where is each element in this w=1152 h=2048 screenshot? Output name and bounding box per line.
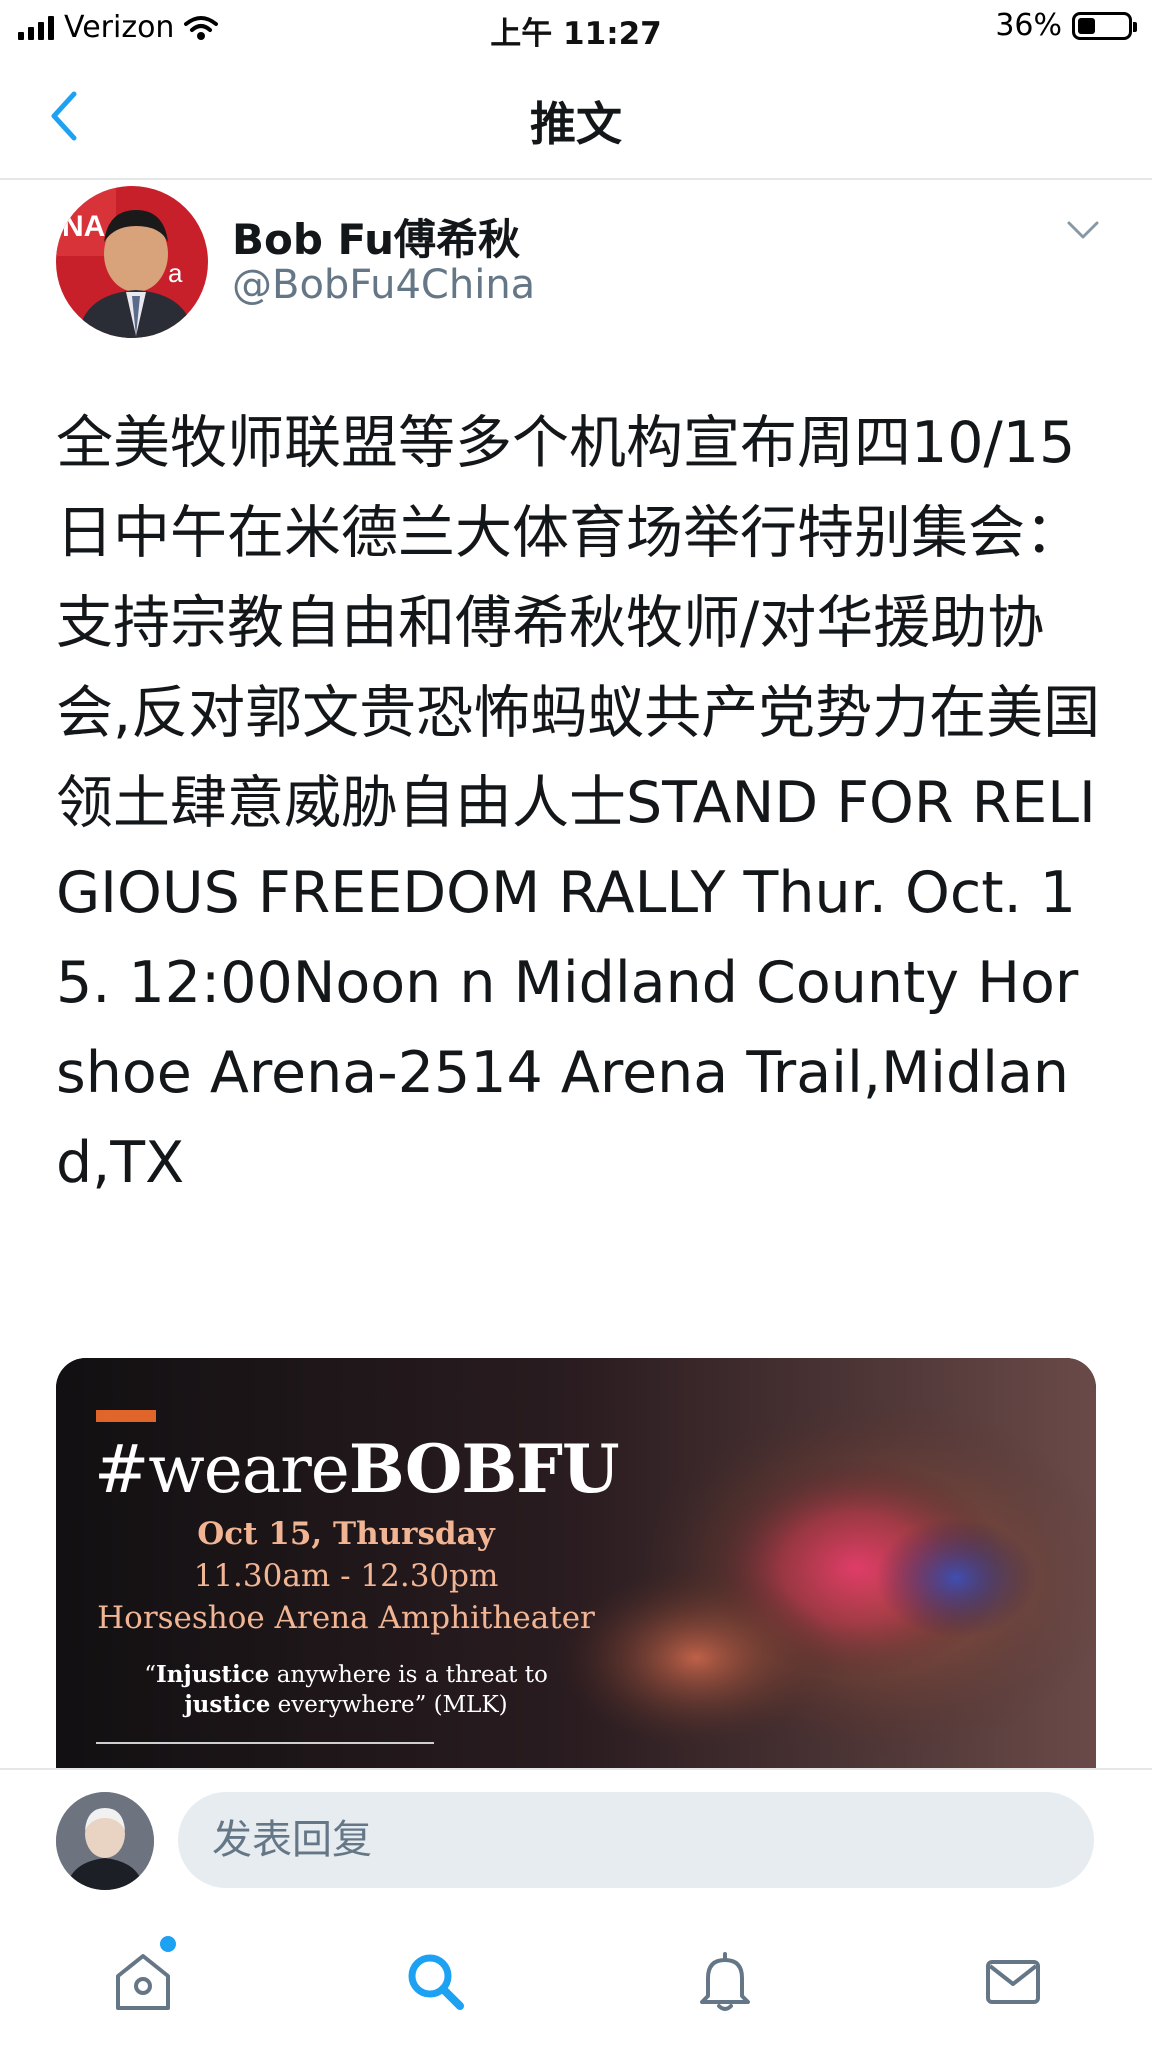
author-avatar[interactable]: NA a: [56, 186, 208, 338]
event-date: Oct 15, Thursday: [197, 1516, 495, 1552]
tweet-text: 全美牧师联盟等多个机构宣布周四10/15日中午在米德兰大体育场举行特别集会：支持…: [56, 410, 1101, 1196]
event-time: 11.30am - 12.30pm: [193, 1558, 499, 1594]
messages-icon[interactable]: [978, 1946, 1048, 2016]
page-title: 推文: [530, 97, 622, 151]
author-name[interactable]: Bob Fu傅希秋: [232, 206, 520, 267]
reply-bar: 发表回复: [0, 1768, 1152, 1918]
event-venue: Horseshoe Arena Amphitheater: [97, 1600, 595, 1636]
quote-line-1: “Injustice anywhere is a threat to: [144, 1661, 548, 1688]
quote-line-2: justice everywhere” (MLK): [184, 1691, 508, 1718]
status-right: 36%: [995, 8, 1137, 43]
status-bar: Verizon 上午 11:27 36%: [0, 0, 1152, 58]
svg-text:NA: NA: [62, 210, 105, 243]
accent-bar: [96, 1410, 156, 1422]
svg-text:a: a: [168, 258, 183, 288]
notifications-icon[interactable]: [690, 1946, 760, 2016]
divider: [96, 1742, 434, 1744]
chevron-down-icon[interactable]: [1066, 218, 1100, 244]
battery-percent: 36%: [995, 8, 1062, 43]
reply-input[interactable]: 发表回复: [178, 1792, 1094, 1888]
hashtag-title: #weareBOBFU: [94, 1430, 620, 1508]
search-icon[interactable]: [400, 1946, 470, 2016]
tab-bar: [0, 1916, 1152, 2048]
tweet-media-image[interactable]: #weareBOBFU Oct 15, Thursday 11.30am - 1…: [56, 1358, 1096, 1768]
user-avatar[interactable]: [56, 1792, 154, 1890]
battery-icon: [1072, 11, 1137, 40]
home-icon[interactable]: [108, 1946, 178, 2016]
author-handle[interactable]: @BobFu4China: [232, 262, 535, 308]
new-activity-dot: [158, 1934, 178, 1954]
nav-bar: 推文: [0, 58, 1152, 180]
status-time: 上午 11:27: [490, 16, 662, 52]
